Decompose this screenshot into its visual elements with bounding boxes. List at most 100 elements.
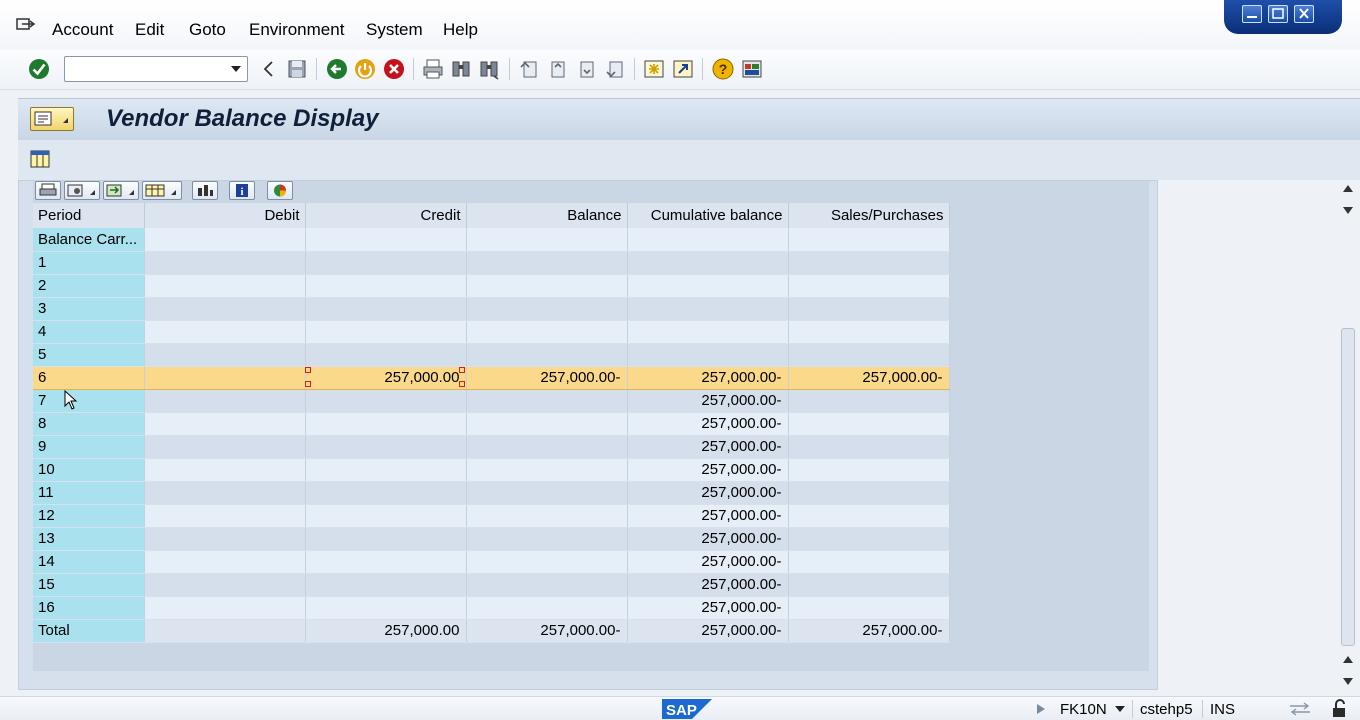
- credit-cell[interactable]: [305, 527, 467, 551]
- sales-purchases-cell[interactable]: [788, 573, 950, 597]
- debit-cell[interactable]: [144, 435, 306, 459]
- period-cell[interactable]: 16: [33, 596, 145, 620]
- cumulative-balance-cell[interactable]: 257,000.00-: [627, 504, 789, 528]
- table-row[interactable]: 6 257,000.00 257,000.00- 257,000.00- 257,000…: [33, 365, 950, 390]
- enter-checkmark-icon[interactable]: [28, 58, 50, 80]
- help-icon[interactable]: ?: [712, 58, 734, 80]
- sales-purchases-cell[interactable]: [788, 435, 950, 459]
- balance-cell[interactable]: [466, 550, 628, 574]
- balance-cell[interactable]: [466, 573, 628, 597]
- cumulative-balance-cell[interactable]: 257,000.00-: [627, 527, 789, 551]
- balance-cell[interactable]: [466, 481, 628, 505]
- back-nav-icon[interactable]: [326, 58, 348, 80]
- command-field[interactable]: [64, 56, 248, 82]
- sales-purchases-cell[interactable]: [788, 251, 950, 275]
- menu-help[interactable]: Help: [443, 20, 478, 40]
- period-cell[interactable]: 12: [33, 504, 145, 528]
- period-cell[interactable]: 11: [33, 481, 145, 505]
- balance-cell[interactable]: [466, 343, 628, 367]
- menu-goto[interactable]: Goto: [189, 20, 226, 40]
- cumulative-balance-cell[interactable]: 257,000.00-: [627, 481, 789, 505]
- column-header-balance[interactable]: Balance: [466, 203, 628, 228]
- cumulative-balance-cell[interactable]: 257,000.00-: [627, 435, 789, 459]
- balance-cell[interactable]: [466, 458, 628, 482]
- cumulative-balance-cell[interactable]: 257,000.00-: [627, 619, 789, 643]
- cumulative-balance-cell[interactable]: 257,000.00-: [627, 458, 789, 482]
- table-row[interactable]: 15 257,000.00-: [33, 573, 950, 597]
- screen-menu-button[interactable]: [30, 107, 74, 131]
- sales-purchases-cell[interactable]: [788, 228, 950, 252]
- lock-icon[interactable]: [1330, 699, 1350, 719]
- sales-purchases-cell[interactable]: [788, 527, 950, 551]
- save-icon[interactable]: [286, 58, 308, 80]
- table-row[interactable]: 12 257,000.00-: [33, 504, 950, 528]
- period-cell[interactable]: 14: [33, 550, 145, 574]
- sales-purchases-cell[interactable]: [788, 481, 950, 505]
- cumulative-balance-cell[interactable]: [627, 228, 789, 252]
- credit-cell[interactable]: [305, 251, 467, 275]
- balance-cell[interactable]: [466, 274, 628, 298]
- debit-cell[interactable]: [144, 228, 306, 252]
- sales-purchases-cell[interactable]: 257,000.00-: [788, 619, 950, 643]
- credit-cell[interactable]: [305, 343, 467, 367]
- cumulative-balance-cell[interactable]: 257,000.00-: [627, 365, 789, 390]
- table-row[interactable]: Balance Carr...: [33, 228, 950, 252]
- debit-cell[interactable]: [144, 573, 306, 597]
- scroll-down-icon[interactable]: [1343, 678, 1353, 685]
- debit-cell[interactable]: [144, 389, 306, 413]
- customize-layout-icon[interactable]: [741, 58, 763, 80]
- credit-cell[interactable]: [305, 573, 467, 597]
- credit-cell[interactable]: [305, 596, 467, 620]
- alv-view-icon[interactable]: [64, 181, 100, 200]
- table-row[interactable]: 16 257,000.00-: [33, 596, 950, 620]
- period-cell[interactable]: 3: [33, 297, 145, 321]
- debit-cell[interactable]: [144, 481, 306, 505]
- period-cell[interactable]: 15: [33, 573, 145, 597]
- alv-info-icon[interactable]: i: [229, 181, 255, 200]
- vertical-scrollbar[interactable]: [1338, 322, 1358, 652]
- sales-purchases-cell[interactable]: [788, 504, 950, 528]
- alv-layout-icon[interactable]: [142, 181, 182, 200]
- credit-cell[interactable]: [305, 481, 467, 505]
- credit-cell[interactable]: [305, 435, 467, 459]
- cumulative-balance-cell[interactable]: 257,000.00-: [627, 550, 789, 574]
- sales-purchases-cell[interactable]: [788, 297, 950, 321]
- cumulative-balance-cell[interactable]: [627, 251, 789, 275]
- balance-cell[interactable]: [466, 251, 628, 275]
- cumulative-balance-cell[interactable]: [627, 343, 789, 367]
- debit-cell[interactable]: [144, 343, 306, 367]
- column-header-period[interactable]: Period: [33, 203, 145, 228]
- table-row[interactable]: 1: [33, 251, 950, 275]
- balance-cell[interactable]: [466, 435, 628, 459]
- last-page-icon[interactable]: [604, 58, 626, 80]
- debit-cell[interactable]: [144, 251, 306, 275]
- credit-cell[interactable]: [305, 458, 467, 482]
- column-header-sales-purchases[interactable]: Sales/Purchases: [788, 203, 950, 228]
- next-page-icon[interactable]: [575, 58, 597, 80]
- balance-cell[interactable]: [466, 228, 628, 252]
- credit-cell[interactable]: [305, 274, 467, 298]
- table-row[interactable]: 4: [33, 320, 950, 344]
- balance-cell[interactable]: [466, 389, 628, 413]
- column-header-credit[interactable]: Credit: [305, 203, 467, 228]
- sales-purchases-cell[interactable]: [788, 320, 950, 344]
- credit-cell[interactable]: [305, 228, 467, 252]
- debit-cell[interactable]: [144, 550, 306, 574]
- debit-cell[interactable]: [144, 504, 306, 528]
- alv-chart-icon[interactable]: [192, 181, 218, 200]
- credit-cell[interactable]: [305, 550, 467, 574]
- debit-cell[interactable]: [144, 596, 306, 620]
- period-cell[interactable]: 1: [33, 251, 145, 275]
- balance-cell[interactable]: [466, 504, 628, 528]
- sales-purchases-cell[interactable]: [788, 412, 950, 436]
- credit-cell[interactable]: 257,000.00: [305, 619, 467, 643]
- menu-account[interactable]: Account: [52, 20, 113, 40]
- cumulative-balance-cell[interactable]: 257,000.00-: [627, 412, 789, 436]
- minimize-icon[interactable]: [1242, 5, 1262, 23]
- table-row[interactable]: 2: [33, 274, 950, 298]
- alv-graphic-icon[interactable]: [267, 181, 293, 200]
- table-row[interactable]: 11 257,000.00-: [33, 481, 950, 505]
- table-row[interactable]: 10 257,000.00-: [33, 458, 950, 482]
- chevron-down-icon[interactable]: [231, 66, 241, 72]
- cumulative-balance-cell[interactable]: [627, 274, 789, 298]
